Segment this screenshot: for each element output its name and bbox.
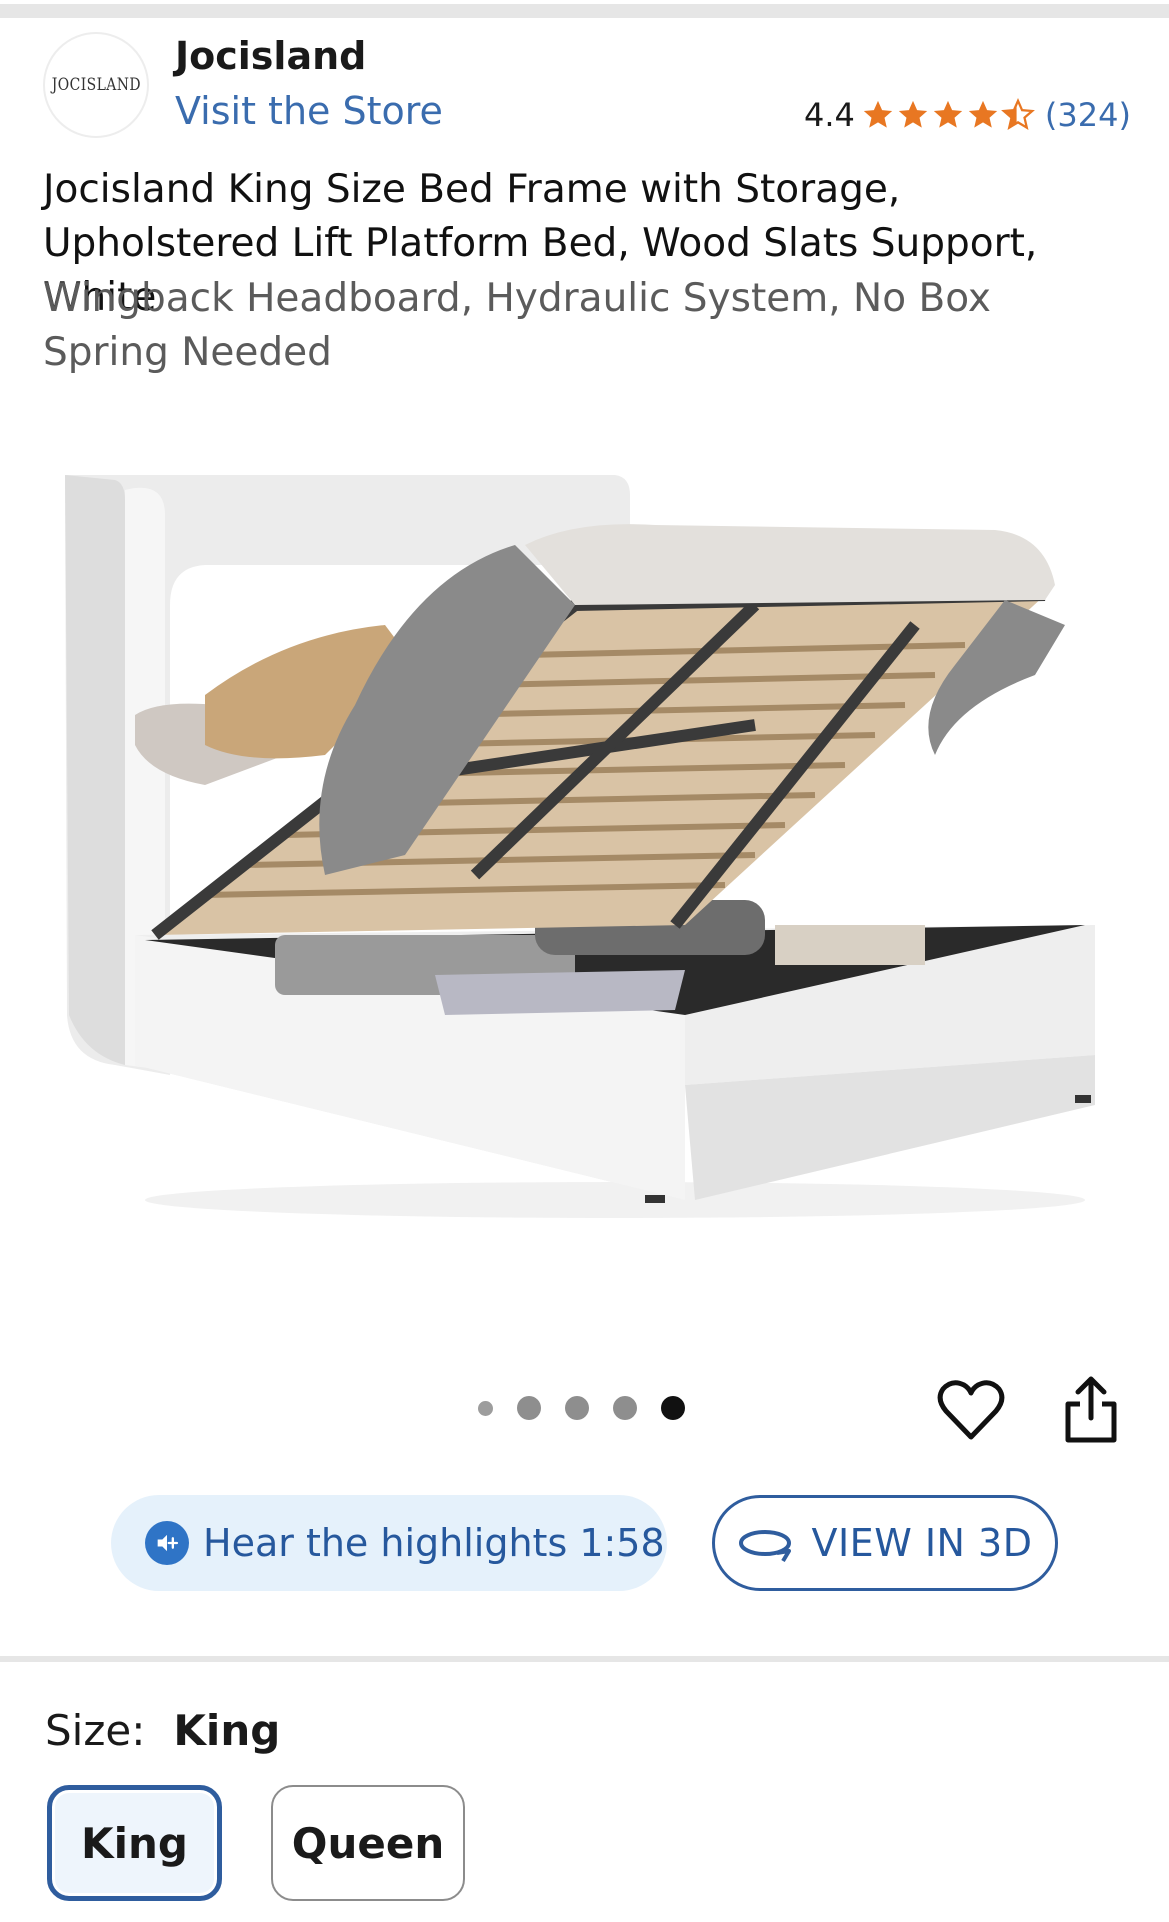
star-full-icon [898, 100, 928, 128]
share-icon [1065, 1376, 1117, 1443]
star-full-icon [863, 100, 893, 128]
product-image[interactable] [55, 455, 1125, 1235]
star-full-icon [933, 100, 963, 128]
section-divider [0, 1656, 1169, 1662]
size-option-king[interactable]: King [47, 1785, 222, 1901]
rating-value: 4.4 [804, 96, 855, 134]
product-subtitle: Wingback Headboard, Hydraulic System, No… [43, 276, 991, 375]
share-button[interactable] [1062, 1374, 1120, 1444]
size-selector-header: Size: King [45, 1706, 280, 1755]
review-count-link[interactable]: (324) [1045, 96, 1131, 134]
audio-speaker-icon [145, 1521, 189, 1565]
top-divider [0, 4, 1169, 18]
view-in-3d-label: VIEW IN 3D [811, 1521, 1033, 1565]
hear-highlights-label: Hear the highlights 1:58 [203, 1521, 665, 1565]
store-logo-text: JOCISLAND [51, 75, 141, 95]
hear-highlights-button[interactable]: Hear the highlights 1:58 [111, 1495, 667, 1591]
visit-store-link[interactable]: Visit the Store [175, 89, 443, 133]
star-partial-icon [1000, 98, 1035, 130]
favorite-button[interactable] [936, 1377, 1006, 1443]
carousel-dot[interactable] [517, 1396, 541, 1420]
view-in-3d-button[interactable]: VIEW IN 3D [712, 1495, 1058, 1591]
carousel-dot[interactable] [613, 1396, 637, 1420]
store-logo[interactable]: JOCISLAND [43, 32, 149, 138]
size-option-queen[interactable]: Queen [271, 1785, 465, 1901]
star-rating [861, 98, 1035, 132]
rating-summary[interactable]: 4.4 (324) [804, 95, 1131, 135]
carousel-dot[interactable] [478, 1400, 493, 1416]
store-name[interactable]: Jocisland [175, 34, 366, 78]
star-full-icon [968, 100, 998, 128]
size-label: Size: [45, 1706, 146, 1755]
carousel-dot-active[interactable] [661, 1396, 685, 1420]
selected-size-value: King [173, 1706, 281, 1755]
carousel-dot[interactable] [565, 1396, 589, 1420]
rotate-3d-icon [739, 1530, 792, 1563]
heart-outline-icon [937, 1380, 1005, 1440]
image-carousel-dots [478, 1396, 685, 1420]
